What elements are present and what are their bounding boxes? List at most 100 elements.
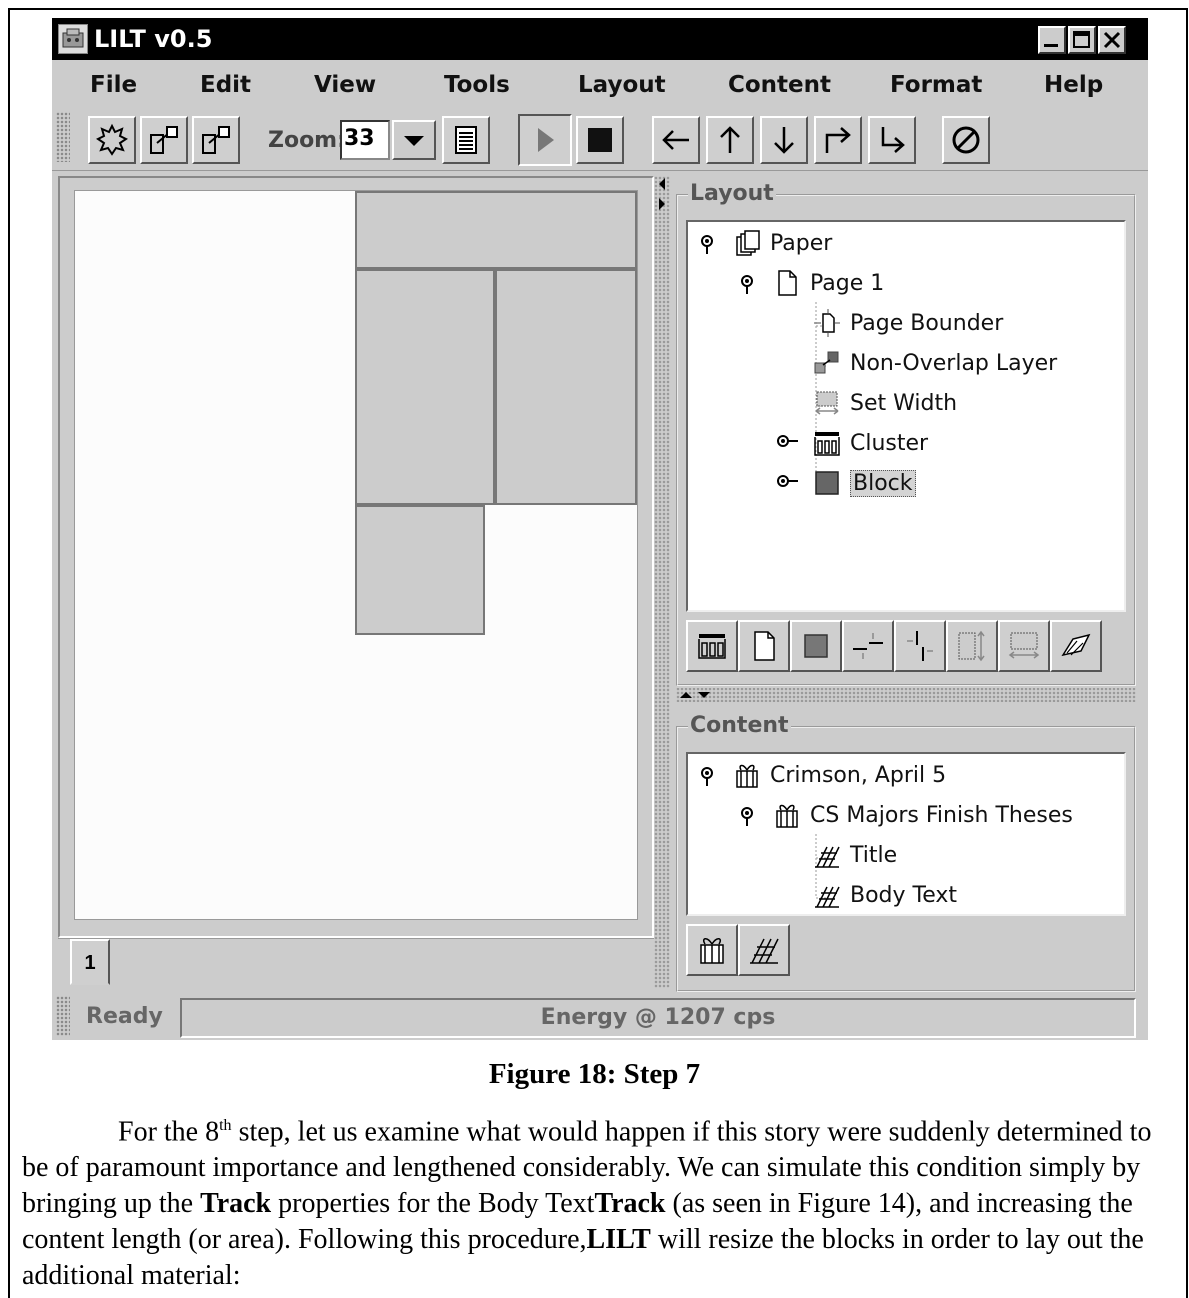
connector-icon — [1061, 633, 1091, 657]
menu-format[interactable]: Format — [890, 72, 982, 98]
menu-tools[interactable]: Tools — [444, 72, 510, 98]
body-paragraph: For the 8th step, let us examine what wo… — [22, 1108, 1172, 1294]
v-align-button[interactable] — [894, 620, 946, 672]
bold-term: LILT — [586, 1224, 651, 1256]
canvas-block[interactable] — [355, 505, 485, 635]
arrow-left-button[interactable] — [652, 116, 700, 164]
vertical-splitter[interactable] — [654, 176, 670, 988]
add-track-button[interactable] — [738, 924, 790, 976]
add-story-button[interactable] — [686, 924, 738, 976]
page-tab[interactable]: 1 — [70, 939, 110, 985]
zoom-input[interactable]: 33 — [340, 120, 390, 160]
horizontal-splitter[interactable] — [676, 688, 1136, 702]
text: properties for the Body Text — [271, 1188, 595, 1220]
tree-node-title[interactable]: Title — [812, 840, 897, 870]
tree-node-page-bounder[interactable]: Page Bounder — [812, 308, 1003, 338]
chevron-down-icon — [404, 136, 424, 146]
superscript: th — [219, 1117, 232, 1134]
add-block-button[interactable] — [790, 620, 842, 672]
tree-node-body-text[interactable]: Body Text — [812, 880, 957, 910]
splitter-arrows-icon — [680, 692, 710, 698]
block-icon — [804, 634, 828, 658]
figure-caption: Figure 18: Step 7 — [488, 1058, 701, 1090]
layout-tree: Paper Page 1 Page Bounder Non-Overlap La… — [686, 220, 1126, 612]
zoom-dropdown-button[interactable] — [392, 120, 436, 160]
export-alt-icon — [202, 126, 230, 154]
properties-icon — [455, 126, 477, 154]
text: For the 8 — [118, 1116, 220, 1148]
expand-pin-icon[interactable] — [738, 806, 756, 828]
track-icon — [812, 840, 842, 870]
menu-content[interactable]: Content — [728, 72, 831, 98]
window-title: LILT v0.5 — [94, 25, 213, 53]
canvas-block[interactable] — [355, 191, 637, 269]
properties-button[interactable] — [442, 116, 490, 164]
splitter-arrows-icon — [659, 178, 665, 210]
collapse-pin-icon[interactable] — [776, 472, 802, 490]
tree-node-page[interactable]: Page 1 — [772, 268, 884, 298]
set-width-button[interactable] — [998, 620, 1050, 672]
expand-pin-icon[interactable] — [698, 234, 716, 256]
layout-canvas[interactable] — [74, 190, 638, 920]
page-tabs: 1 — [58, 938, 654, 987]
menu-edit[interactable]: Edit — [200, 72, 251, 98]
set-width-icon — [812, 388, 842, 418]
track-icon — [750, 938, 779, 964]
close-button[interactable] — [1098, 26, 1126, 54]
toolbar-grip[interactable] — [56, 112, 70, 162]
menu-layout[interactable]: Layout — [578, 72, 666, 98]
tree-node-paper[interactable]: Paper — [732, 228, 832, 258]
title-bar[interactable]: LILT v0.5 — [52, 18, 1148, 60]
menu-view[interactable]: View — [314, 72, 376, 98]
play-button[interactable] — [518, 114, 572, 166]
arrow-up-icon — [720, 126, 740, 153]
content-panel-title: Content — [688, 713, 791, 738]
add-page-button[interactable] — [738, 620, 790, 672]
minimize-button[interactable] — [1038, 26, 1066, 54]
h-align-button[interactable] — [842, 620, 894, 672]
lilt-window: LILT v0.5 File Edit View Tools Layout Co… — [52, 18, 1148, 1040]
gift-icon — [700, 938, 724, 964]
stop-icon — [588, 128, 612, 152]
gift-icon — [772, 800, 802, 830]
canvas-block[interactable] — [355, 269, 495, 505]
content-tools — [686, 924, 790, 976]
expand-pin-icon[interactable] — [738, 274, 756, 296]
turn-right-icon — [825, 127, 851, 153]
arrow-up-button[interactable] — [706, 116, 754, 164]
status-bar: Ready Energy @ 1207 cps — [52, 994, 1148, 1040]
connector-button[interactable] — [1050, 620, 1102, 672]
expand-pin-icon[interactable] — [698, 766, 716, 788]
tree-node-cluster[interactable]: Cluster — [812, 428, 928, 458]
page-icon — [754, 631, 775, 661]
tree-node-non-overlap-layer[interactable]: Non-Overlap Layer — [812, 348, 1057, 378]
menu-file[interactable]: File — [90, 72, 137, 98]
menu-help[interactable]: Help — [1044, 72, 1103, 98]
no-entry-button[interactable] — [942, 116, 990, 164]
turn-down-icon — [881, 127, 905, 153]
turn-right-button[interactable] — [814, 116, 862, 164]
turn-down-button[interactable] — [868, 116, 916, 164]
set-height-button[interactable] — [946, 620, 998, 672]
export-alt-button[interactable] — [192, 116, 240, 164]
tree-node-cs-majors[interactable]: CS Majors Finish Theses — [772, 800, 1073, 830]
statusbar-grip — [56, 996, 70, 1036]
h-align-icon — [853, 633, 883, 659]
maximize-button[interactable] — [1068, 26, 1096, 54]
stop-button[interactable] — [576, 116, 624, 164]
tree-node-label: Cluster — [850, 430, 929, 456]
export-icon — [150, 126, 178, 154]
canvas-block[interactable] — [495, 269, 637, 505]
new-layout-button[interactable] — [88, 116, 136, 164]
arrow-down-button[interactable] — [760, 116, 808, 164]
app-icon — [58, 24, 88, 54]
tree-node-block[interactable]: Block — [812, 468, 916, 498]
paper-icon — [732, 228, 762, 258]
set-width-icon — [1008, 632, 1040, 659]
tree-node-set-width[interactable]: Set Width — [812, 388, 957, 418]
add-cluster-button[interactable] — [686, 620, 738, 672]
set-height-icon — [958, 630, 985, 662]
export-button[interactable] — [140, 116, 188, 164]
collapse-pin-icon[interactable] — [776, 432, 802, 450]
tree-node-crimson[interactable]: Crimson, April 5 — [732, 760, 946, 790]
